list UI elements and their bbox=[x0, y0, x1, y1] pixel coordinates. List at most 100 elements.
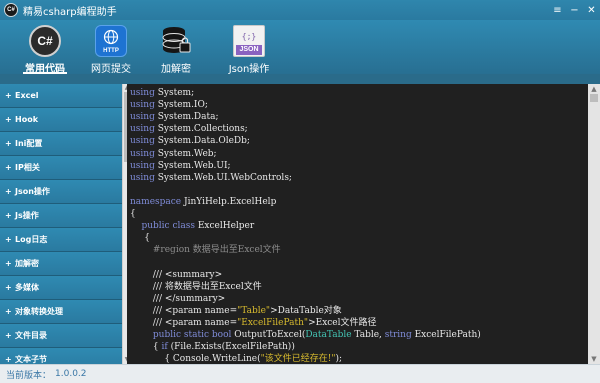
minimize-button[interactable]: − bbox=[566, 0, 583, 20]
code-line: /// 将数据导出至Excel文件 bbox=[130, 281, 262, 293]
code-token: { bbox=[130, 233, 151, 244]
sidebar-item-label: Log日志 bbox=[15, 235, 48, 244]
version-label: 当前版本： bbox=[6, 370, 52, 381]
sidebar-item[interactable]: + Js操作 bbox=[0, 204, 122, 228]
code-token: /// <param name= bbox=[130, 317, 238, 328]
code-text[interactable]: using System; using System.IO; using Syste… bbox=[130, 84, 588, 364]
sidebar-item-label: Ini配置 bbox=[15, 139, 43, 148]
expand-plus-icon[interactable]: + bbox=[5, 163, 13, 172]
code-token: /// </summary> bbox=[130, 293, 226, 304]
sidebar-item[interactable]: + 多媒体 bbox=[0, 276, 122, 300]
code-token: OutputToExcel( bbox=[231, 330, 306, 340]
tab-encryption[interactable]: 加解密 bbox=[147, 20, 205, 75]
code-token: { bbox=[130, 209, 136, 219]
expand-plus-icon[interactable]: + bbox=[5, 355, 13, 364]
code-token: public bbox=[152, 330, 182, 340]
code-token: System.Web.UI.WebControls; bbox=[154, 172, 292, 183]
code-token: System.Collections; bbox=[154, 124, 248, 135]
expand-plus-icon[interactable]: + bbox=[5, 235, 13, 244]
scrollbar-thumb[interactable] bbox=[590, 94, 598, 102]
tab-label: 加解密 bbox=[161, 64, 191, 75]
sidebar-item[interactable]: + IP相关 bbox=[0, 156, 122, 180]
editor-scrollbar[interactable]: ▲ ▼ bbox=[588, 84, 600, 364]
code-line: { bbox=[130, 232, 150, 244]
sidebar-item-label: Excel bbox=[15, 91, 39, 100]
code-token: using bbox=[130, 148, 155, 159]
code-editor[interactable]: using System; using System.IO; using Syste… bbox=[127, 84, 600, 364]
code-line: using System.Data; bbox=[130, 111, 219, 123]
code-line: using System.Collections; bbox=[130, 123, 248, 135]
expand-plus-icon[interactable]: + bbox=[5, 91, 13, 100]
sidebar-item[interactable]: + 文件目录 bbox=[0, 324, 122, 348]
code-token: >Excel文件路径 bbox=[308, 317, 377, 328]
json-file-icon: {;} JSON bbox=[233, 25, 265, 57]
code-line: using System.Web.UI; bbox=[130, 160, 231, 172]
expand-plus-icon[interactable]: + bbox=[5, 259, 13, 268]
expand-plus-icon[interactable]: + bbox=[5, 115, 13, 124]
code-token: string bbox=[384, 330, 412, 340]
code-token: ); bbox=[335, 354, 343, 364]
tab-label: Json操作 bbox=[228, 64, 270, 75]
expand-plus-icon[interactable]: + bbox=[5, 331, 13, 340]
code-token: Table, bbox=[351, 330, 385, 340]
sidebar-item-label: Hook bbox=[15, 115, 39, 124]
code-token: ExcelFilePath) bbox=[411, 330, 481, 340]
code-token: DataTable bbox=[305, 330, 352, 340]
http-icon: HTTP bbox=[95, 25, 127, 57]
svg-text:HTTP: HTTP bbox=[103, 48, 119, 54]
code-token: >DataTable对象 bbox=[270, 305, 342, 316]
expand-plus-icon[interactable]: + bbox=[5, 187, 13, 196]
code-token: /// 将数据导出至Excel文件 bbox=[130, 281, 262, 292]
code-token: namespace bbox=[130, 196, 182, 207]
code-token: using bbox=[130, 88, 155, 98]
tab-label: 常用代码 bbox=[25, 64, 65, 75]
code-token: using bbox=[130, 136, 155, 147]
category-list: + Excel + Hook + Ini配置 + IP相关 + Json操作 + Js操作 + Log日志… bbox=[0, 84, 122, 364]
code-token: "该文件已经存在!" bbox=[260, 354, 336, 364]
tab-common-code[interactable]: C# 常用代码 bbox=[16, 20, 74, 75]
expand-plus-icon[interactable]: + bbox=[5, 283, 13, 292]
sidebar-item[interactable]: + 加解密 bbox=[0, 252, 122, 276]
scroll-up-icon[interactable]: ▲ bbox=[588, 84, 600, 94]
close-button[interactable]: ✕ bbox=[583, 0, 600, 20]
sidebar-item-label: Json操作 bbox=[15, 187, 50, 196]
sidebar-item[interactable]: + Ini配置 bbox=[0, 132, 122, 156]
code-token: using bbox=[130, 100, 155, 111]
sidebar-item-label: Js操作 bbox=[15, 211, 39, 220]
sidebar-item-label: 对象转换处理 bbox=[15, 307, 63, 316]
app-title: 精易csharp编程助手 bbox=[23, 6, 117, 18]
code-token: { bbox=[130, 342, 162, 353]
sidebar-item-label: 加解密 bbox=[15, 259, 39, 268]
sidebar-item[interactable]: + 对象转换处理 bbox=[0, 300, 122, 324]
sidebar-item-label: 多媒体 bbox=[15, 283, 39, 292]
code-line: using System.IO; bbox=[130, 99, 208, 111]
code-token: "Table" bbox=[237, 305, 271, 316]
code-line: /// <param name="ExcelFilePath">Excel文件路… bbox=[130, 317, 377, 329]
scroll-down-icon[interactable]: ▼ bbox=[588, 354, 600, 364]
tab-json[interactable]: {;} JSON Json操作 bbox=[220, 20, 278, 75]
sidebar-item[interactable]: + 文本子节 bbox=[0, 348, 122, 364]
sidebar-item[interactable]: + Json操作 bbox=[0, 180, 122, 204]
code-token: using bbox=[130, 124, 155, 135]
code-token: System.Web; bbox=[154, 148, 217, 159]
code-token: using bbox=[130, 172, 155, 183]
code-token: /// <param name= bbox=[130, 305, 238, 316]
expand-plus-icon[interactable]: + bbox=[5, 139, 13, 148]
status-bar: 当前版本： 1.0.0.2 bbox=[0, 364, 600, 383]
sidebar-item[interactable]: + Log日志 bbox=[0, 228, 122, 252]
window-controls: ≡ − ✕ bbox=[549, 0, 600, 20]
code-line: public static bool OutputToExcel(DataTab… bbox=[130, 329, 481, 341]
tab-web-submit[interactable]: HTTP 网页提交 bbox=[82, 20, 140, 75]
expand-plus-icon[interactable]: + bbox=[5, 211, 13, 220]
expand-plus-icon[interactable]: + bbox=[5, 307, 13, 316]
code-line: public class ExcelHelper bbox=[130, 220, 254, 232]
menu-button[interactable]: ≡ bbox=[549, 0, 566, 20]
code-line: /// <param name="Table">DataTable对象 bbox=[130, 305, 342, 317]
sidebar-item[interactable]: + Excel bbox=[0, 84, 122, 108]
code-line: using System.Data.OleDb; bbox=[130, 135, 250, 147]
sidebar-item[interactable]: + Hook bbox=[0, 108, 122, 132]
code-line: using System.Web.UI.WebControls; bbox=[130, 172, 292, 184]
code-token: public bbox=[141, 221, 170, 232]
code-line: using System.Web; bbox=[130, 148, 217, 160]
